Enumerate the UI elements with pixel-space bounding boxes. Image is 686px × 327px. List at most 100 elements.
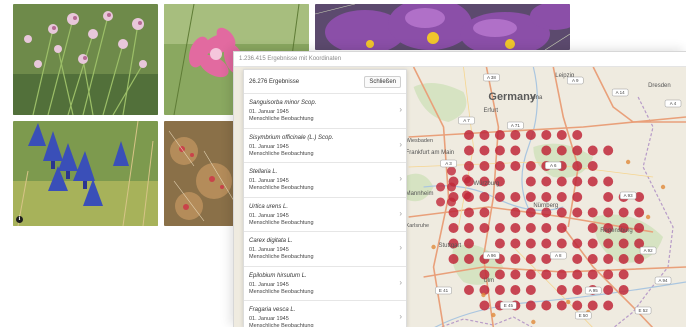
occurrence-marker[interactable] — [463, 130, 474, 140]
occurrence-marker[interactable] — [541, 238, 552, 249]
occurrence-marker[interactable] — [525, 254, 536, 264]
occurrence-marker[interactable] — [541, 145, 552, 156]
occurrence-marker[interactable] — [510, 223, 521, 233]
occurrence-marker[interactable] — [510, 269, 521, 280]
occurrence-marker[interactable] — [494, 223, 505, 233]
occurrence-marker[interactable] — [461, 174, 471, 184]
occurrence-marker[interactable] — [494, 130, 505, 140]
occurrence-marker[interactable] — [572, 176, 583, 187]
occurrence-marker[interactable] — [634, 207, 645, 218]
occurrence-marker[interactable] — [541, 254, 552, 264]
occurrence-marker[interactable] — [510, 130, 521, 140]
occurrence-marker[interactable] — [541, 176, 552, 187]
occurrence-marker[interactable] — [494, 145, 505, 156]
occurrence-marker[interactable] — [431, 244, 436, 250]
occurrence-marker[interactable] — [634, 223, 645, 233]
result-item[interactable]: Sanguisorba minor Scop. 01. Januar 1945 Me… — [244, 94, 406, 129]
result-item[interactable]: Stellaria L. 01. Januar 1945 Menschliche B… — [244, 163, 406, 198]
occurrence-marker[interactable] — [556, 130, 567, 140]
occurrence-marker[interactable] — [618, 285, 629, 295]
occurrence-marker[interactable] — [463, 285, 474, 295]
occurrence-marker[interactable] — [603, 207, 614, 218]
occurrence-marker[interactable] — [525, 192, 536, 202]
occurrence-marker[interactable] — [645, 214, 651, 220]
occurrence-marker[interactable] — [541, 192, 552, 202]
occurrence-marker[interactable] — [479, 192, 490, 202]
occurrence-marker[interactable] — [572, 254, 583, 264]
occurrence-marker[interactable] — [448, 254, 459, 264]
occurrence-marker[interactable] — [463, 145, 474, 156]
occurrence-marker[interactable] — [618, 207, 629, 218]
occurrence-marker[interactable] — [556, 285, 567, 295]
occurrence-marker[interactable] — [525, 130, 536, 140]
occurrence-marker[interactable] — [479, 130, 490, 140]
occurrence-marker[interactable] — [572, 145, 583, 156]
occurrence-marker[interactable] — [556, 145, 567, 156]
occurrence-marker[interactable] — [618, 254, 629, 264]
occurrence-marker[interactable] — [603, 285, 614, 295]
occurrence-marker[interactable] — [556, 238, 567, 249]
occurrence-marker[interactable] — [587, 238, 598, 249]
occurrence-marker[interactable] — [587, 207, 598, 218]
occurrence-marker[interactable] — [572, 238, 583, 249]
occurrence-marker[interactable] — [541, 269, 552, 280]
result-item[interactable]: Carex digitata L. 01. Januar 1945 Menschli… — [244, 232, 406, 267]
occurrence-marker[interactable] — [587, 300, 598, 311]
close-button[interactable]: Schließen — [364, 75, 401, 88]
occurrence-marker[interactable] — [603, 145, 614, 156]
occurrence-marker[interactable] — [603, 238, 614, 249]
occurrence-marker[interactable] — [556, 207, 567, 218]
occurrence-marker[interactable] — [447, 182, 457, 192]
occurrence-marker[interactable] — [587, 223, 598, 233]
occurrence-marker[interactable] — [463, 207, 474, 218]
occurrence-marker[interactable] — [510, 207, 521, 218]
occurrence-marker[interactable] — [448, 207, 459, 218]
occurrence-marker[interactable] — [481, 292, 486, 298]
occurrence-marker[interactable] — [618, 238, 629, 249]
occurrence-marker[interactable] — [525, 300, 536, 311]
occurrence-marker[interactable] — [625, 159, 631, 165]
occurrence-marker[interactable] — [447, 197, 457, 207]
occurrence-marker[interactable] — [479, 145, 490, 156]
occurrence-marker[interactable] — [660, 184, 666, 190]
occurrence-marker[interactable] — [556, 192, 567, 202]
occurrence-marker[interactable] — [541, 130, 552, 140]
occurrence-marker[interactable] — [556, 176, 567, 187]
occurrence-marker[interactable] — [491, 312, 496, 318]
occurrence-marker[interactable] — [603, 300, 614, 311]
occurrence-marker[interactable] — [479, 300, 490, 311]
occurrence-marker[interactable] — [556, 223, 567, 233]
occurrence-marker[interactable] — [525, 285, 536, 295]
occurrence-marker[interactable] — [510, 254, 521, 264]
occurrence-marker[interactable] — [448, 223, 459, 233]
occurrence-marker[interactable] — [494, 192, 505, 202]
occurrence-marker[interactable] — [463, 254, 474, 264]
occurrence-marker[interactable] — [603, 192, 614, 202]
occurrence-marker[interactable] — [587, 176, 598, 187]
occurrence-marker[interactable] — [572, 161, 583, 171]
occurrence-marker[interactable] — [510, 285, 521, 295]
occurrence-marker[interactable] — [436, 182, 446, 192]
sundew-photo[interactable] — [164, 121, 239, 226]
occurrence-marker[interactable] — [494, 161, 505, 171]
occurrence-marker[interactable] — [587, 145, 598, 156]
occurrence-marker[interactable] — [587, 254, 598, 264]
blue-gentian-photo[interactable]: i — [13, 121, 158, 226]
occurrence-marker[interactable] — [603, 269, 614, 280]
occurrence-marker[interactable] — [587, 161, 598, 171]
occurrence-marker[interactable] — [463, 161, 474, 171]
occurrence-marker[interactable] — [572, 300, 583, 311]
occurrence-marker[interactable] — [510, 145, 521, 156]
result-item[interactable]: Urtica urens L. 01. Januar 1945 Menschlich… — [244, 198, 406, 232]
pasque-flower-photo[interactable] — [315, 4, 570, 50]
occurrence-marker[interactable] — [479, 161, 490, 171]
occurrence-marker[interactable] — [572, 207, 583, 218]
occurrence-marker[interactable] — [525, 176, 536, 187]
occurrence-marker[interactable] — [461, 190, 471, 200]
occurrence-marker[interactable] — [525, 269, 536, 280]
occurrence-marker[interactable] — [494, 238, 505, 249]
result-item[interactable]: Fragaria vesca L. 01. Januar 1945 Menschli… — [244, 301, 406, 327]
occurrence-marker[interactable] — [556, 300, 567, 311]
occurrence-marker[interactable] — [603, 176, 614, 187]
occurrence-marker[interactable] — [572, 269, 583, 280]
